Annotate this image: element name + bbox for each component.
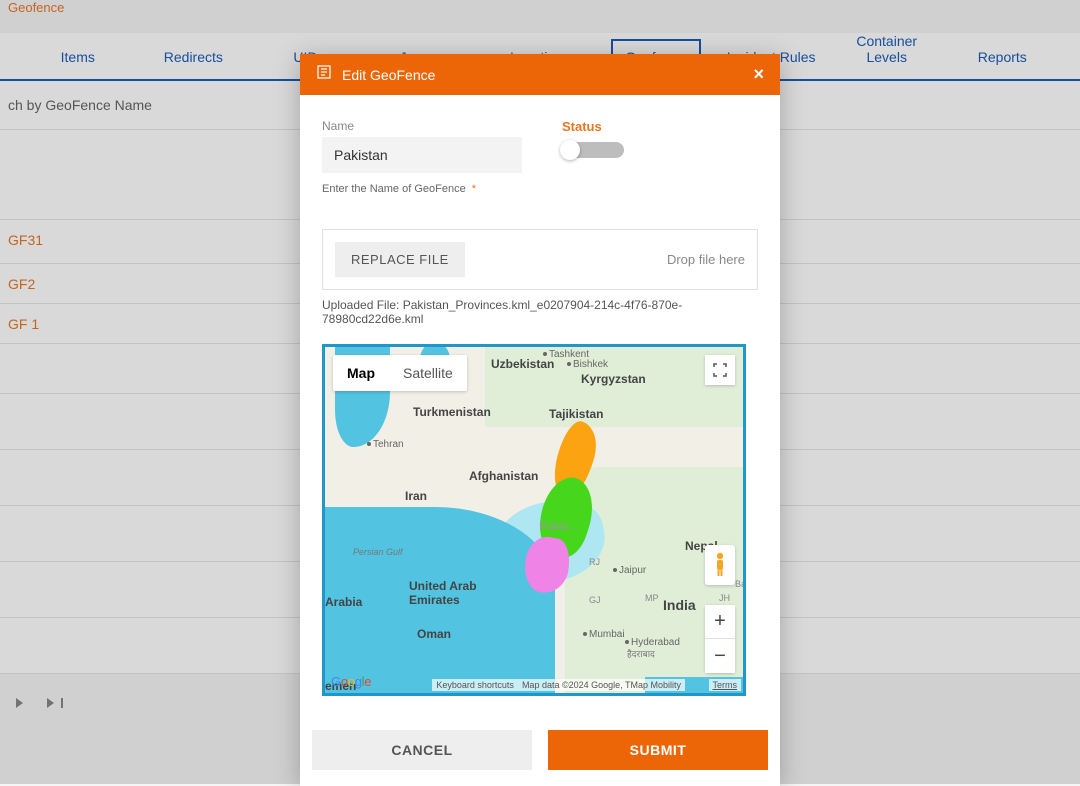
map-type-control: Map Satellite — [333, 355, 467, 391]
map-label: Oman — [417, 627, 451, 641]
edit-geofence-modal: Edit GeoFence × Name Enter the Name of G… — [300, 54, 780, 786]
fullscreen-button[interactable] — [705, 355, 735, 385]
map-label: हैदराबाद — [627, 647, 655, 660]
cancel-button[interactable]: CANCEL — [312, 730, 532, 770]
map-city: Mumbai — [583, 629, 625, 640]
map-label: Arabia — [325, 595, 362, 609]
replace-file-button[interactable]: REPLACE FILE — [335, 242, 465, 277]
map-label: Afghanistan — [469, 469, 538, 483]
map-label: Kyrgyzstan — [581, 372, 646, 386]
name-helper: Enter the Name of GeoFence — [322, 183, 466, 195]
map-label: Tajikistan — [549, 407, 603, 421]
terms-link[interactable]: Terms — [709, 679, 742, 691]
map-label: MP — [645, 593, 659, 603]
map-data-attribution: Map data ©2024 Google, TMap Mobility — [518, 679, 685, 691]
map-city: Jaipur — [613, 565, 646, 576]
close-icon[interactable]: × — [753, 64, 764, 85]
status-toggle[interactable] — [562, 142, 624, 158]
zoom-control: + − — [705, 605, 735, 673]
file-dropzone[interactable]: REPLACE FILE Drop file here — [322, 229, 758, 290]
map-label: Pakis... — [539, 519, 578, 533]
map-city: Bishkek — [567, 359, 608, 370]
uploaded-file-prefix: Uploaded File: — [322, 298, 403, 312]
drop-hint: Drop file here — [465, 252, 745, 267]
map[interactable]: Uzbekistan Kyrgyzstan Turkmenistan Tajik… — [322, 344, 746, 696]
map-city: Tehran — [367, 439, 404, 450]
map-label: Ba — [735, 579, 746, 589]
map-label: Turkmenistan — [413, 405, 491, 419]
zoom-out-button[interactable]: − — [705, 639, 735, 673]
required-marker: * — [469, 183, 476, 195]
map-label: JH — [719, 593, 730, 603]
submit-button[interactable]: SUBMIT — [548, 730, 768, 770]
map-label: GJ — [589, 595, 601, 605]
map-label: RJ — [589, 557, 600, 567]
map-label: Persian Gulf — [353, 547, 403, 557]
map-type-map[interactable]: Map — [333, 355, 389, 391]
name-input[interactable] — [322, 137, 522, 173]
modal-overlay: Edit GeoFence × Name Enter the Name of G… — [0, 0, 1080, 784]
keyboard-shortcuts-link[interactable]: Keyboard shortcuts — [432, 679, 518, 691]
zoom-in-button[interactable]: + — [705, 605, 735, 639]
modal-title: Edit GeoFence — [342, 67, 753, 83]
google-logo: Google — [331, 674, 371, 689]
name-label: Name — [322, 119, 522, 133]
map-label: India — [663, 597, 696, 613]
map-type-satellite[interactable]: Satellite — [389, 355, 467, 391]
status-label: Status — [562, 119, 758, 134]
map-label: United Arab Emirates — [409, 579, 477, 607]
map-label: Iran — [405, 489, 427, 503]
pegman-icon[interactable] — [705, 545, 735, 585]
edit-icon — [316, 64, 332, 85]
